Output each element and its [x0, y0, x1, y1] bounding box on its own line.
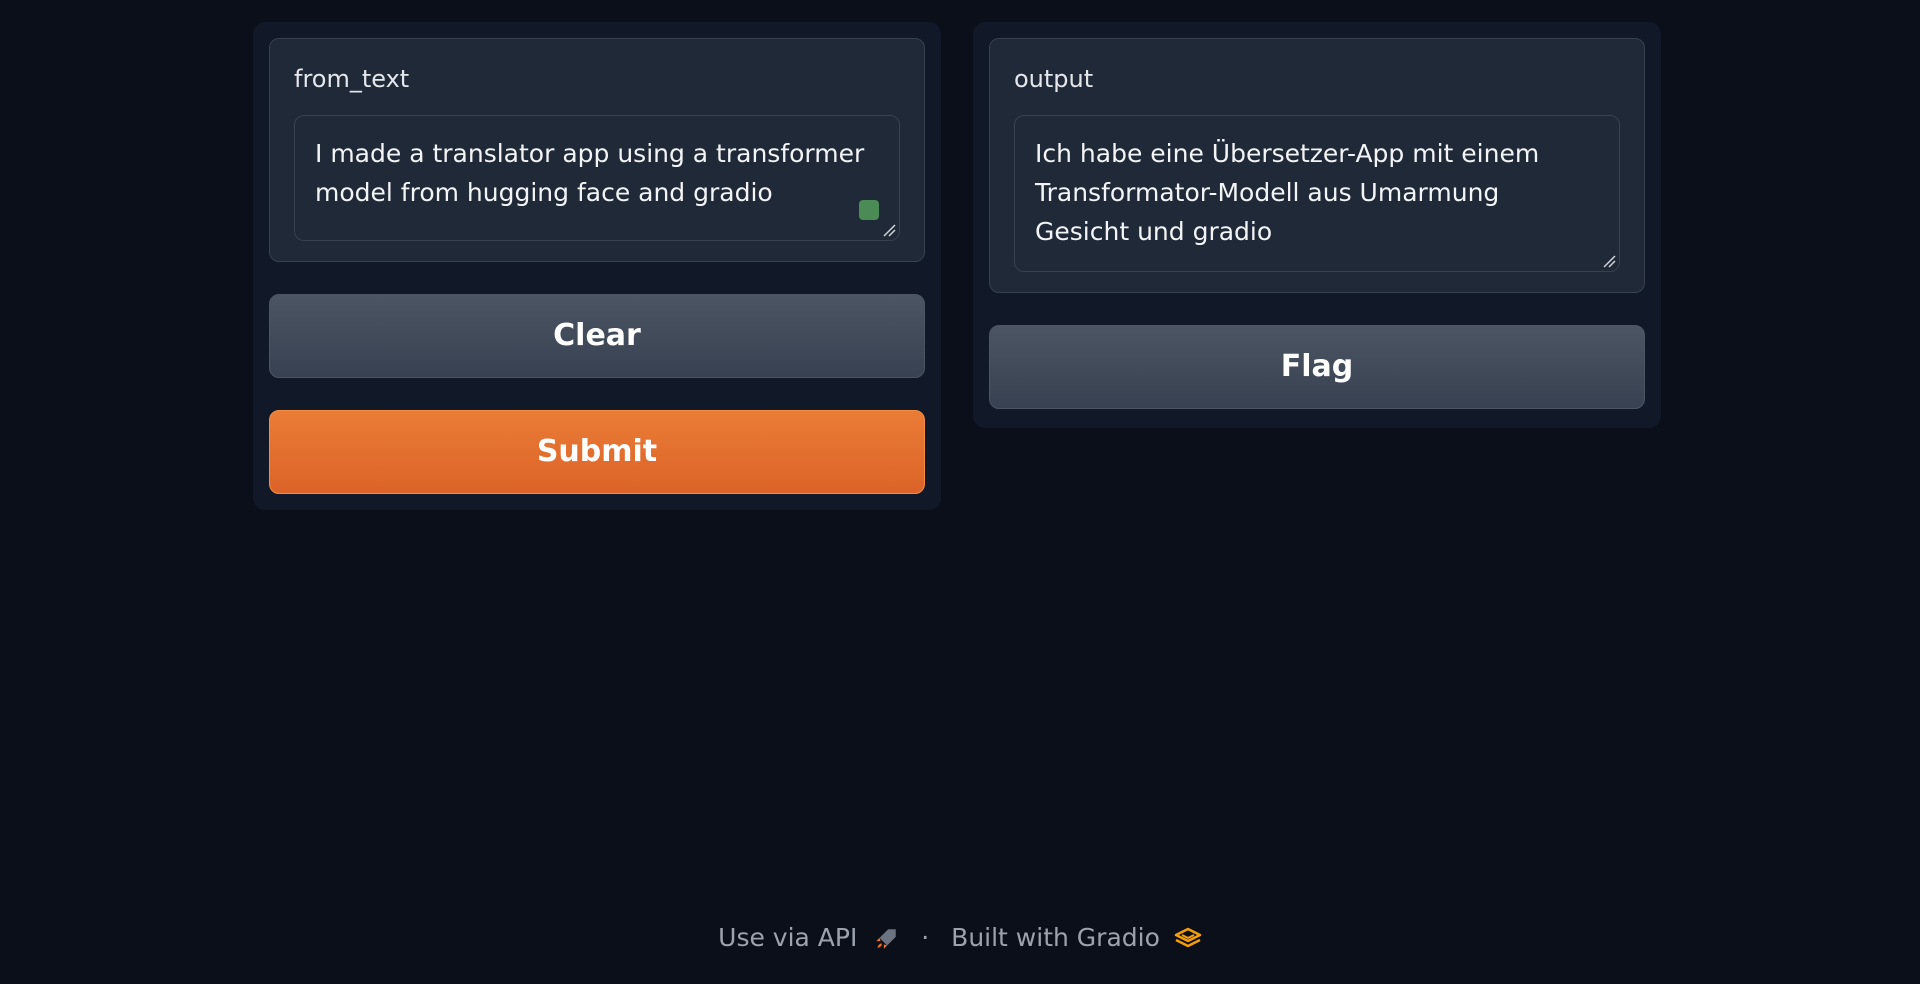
use-via-api-link[interactable]: Use via API — [718, 923, 907, 952]
app-root: from_text I made a translator app using … — [0, 0, 1920, 984]
resize-handle-icon[interactable] — [882, 223, 896, 237]
output-textarea[interactable]: Ich habe eine Übersetzer-App mit einem T… — [1014, 115, 1620, 272]
clear-button[interactable]: Clear — [269, 294, 925, 378]
input-textarea[interactable]: I made a translator app using a transfor… — [294, 115, 900, 241]
input-text[interactable]: I made a translator app using a transfor… — [315, 139, 864, 207]
output-text[interactable]: Ich habe eine Übersetzer-App mit einem T… — [1035, 139, 1539, 246]
use-via-api-label[interactable]: Use via API — [718, 923, 857, 952]
input-label: from_text — [294, 65, 410, 93]
built-with-gradio-link[interactable]: Built with Gradio — [951, 923, 1202, 952]
output-block: output Ich habe eine Übersetzer-App mit … — [989, 38, 1645, 293]
grammar-check-icon[interactable] — [859, 200, 879, 220]
built-with-gradio-label[interactable]: Built with Gradio — [951, 923, 1160, 952]
rocket-icon[interactable] — [873, 926, 899, 952]
flag-button[interactable]: Flag — [989, 325, 1645, 409]
footer: Use via API · Built with Gradio — [0, 918, 1920, 958]
submit-button[interactable]: Submit — [269, 410, 925, 494]
footer-separator: · — [921, 923, 930, 952]
output-label: output — [1014, 65, 1094, 93]
input-panel: from_text I made a translator app using … — [253, 22, 941, 510]
resize-handle-icon[interactable] — [1602, 254, 1616, 268]
gradio-logo-icon[interactable] — [1174, 927, 1202, 951]
input-block: from_text I made a translator app using … — [269, 38, 925, 262]
output-panel: output Ich habe eine Übersetzer-App mit … — [973, 22, 1661, 428]
